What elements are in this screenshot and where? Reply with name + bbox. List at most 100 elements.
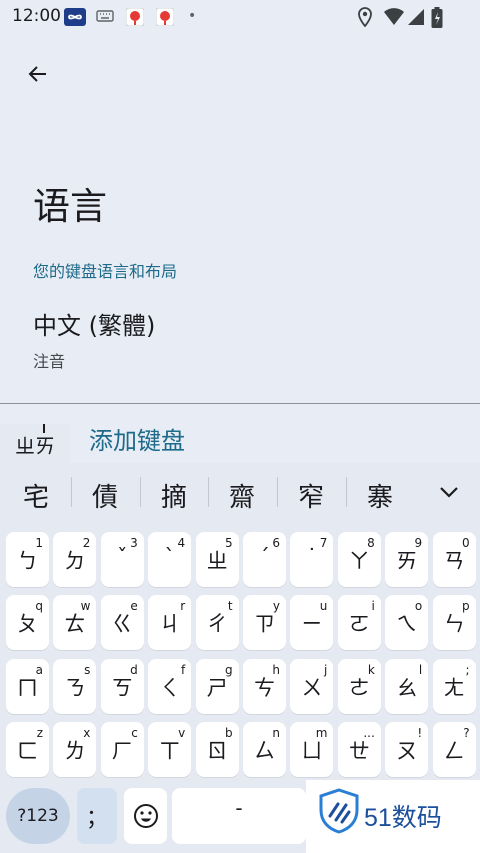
map-pin-app-icon [125,7,145,27]
suggestion-6[interactable]: 寨 [357,477,403,514]
more-notifications-dot: • [188,8,197,24]
battery-charging-icon [431,7,443,33]
suggestion-1[interactable]: 宅 [13,477,59,514]
key-hint: 1 [35,536,43,550]
key-hint: t [227,599,233,613]
suggestion-2[interactable]: 債 [82,477,128,514]
key-2-8[interactable]: ㄛi [337,595,381,650]
key-3-4[interactable]: ㄑf [148,659,192,714]
key-2-1[interactable]: ㄆq [6,595,49,650]
key-hint: o [414,599,423,613]
watermark-text: 51数码 [364,804,442,832]
key-4-9[interactable]: ㄡ! [385,722,429,777]
key-hint: h [272,663,280,677]
key-hint: c [131,726,138,740]
key-4-7[interactable]: ㄩm [290,722,334,777]
key-hint: q [35,599,43,613]
key-hint: b [224,726,233,740]
suggestion-divider [140,477,141,507]
status-bar: 12:00 • [0,0,480,34]
key-4-5[interactable]: ㄖb [195,722,239,777]
key-2-6[interactable]: ㄗy [243,595,286,650]
key-hint: p [461,599,470,613]
key-hint: y [272,599,280,613]
key-hint: m [315,726,328,740]
suggestion-3[interactable]: 摘 [151,477,197,514]
suggestion-divider [71,477,72,507]
key-2-10[interactable]: ㄣp [432,595,476,650]
key-3-9[interactable]: ㄠl [385,659,429,714]
suggestion-4[interactable]: 齋 [219,477,265,514]
key-hint: r [180,599,186,613]
key-3-1[interactable]: ㄇa [6,659,49,714]
key-3-8[interactable]: ㄜk [337,659,381,714]
key-1-2[interactable]: ㄉ2 [53,532,97,587]
key-1-4[interactable]: ˋ4 [148,532,192,587]
page-title: 语言 [33,185,107,228]
back-button[interactable] [22,58,54,90]
suggestion-5[interactable]: 窄 [288,477,334,514]
wifi-icon [383,7,405,31]
key-hint: k [367,663,375,677]
key-hint: v [178,726,186,740]
signal-icon [407,7,425,31]
key-hint: i [371,599,375,613]
key-1-10[interactable]: ㄢ0 [432,532,476,587]
divider [0,403,480,404]
key-4-1[interactable]: ㄈz [6,722,49,777]
key-4-10[interactable]: ㄥ? [432,722,476,777]
key-2-9[interactable]: ㄟo [385,595,429,650]
key-4-2[interactable]: ㄌx [53,722,97,777]
key-hint: l [418,663,423,677]
symbols-key[interactable]: ?123 [6,788,70,844]
key-4-8[interactable]: ㄝ... [337,722,381,777]
key-3-10[interactable]: ㄤ; [432,659,476,714]
key-1-7[interactable]: ˙ 7 [290,532,334,587]
key-1-1[interactable]: ㄅ1 [6,532,49,587]
arrow-back-icon [28,66,46,82]
chevron-down-icon [440,487,458,498]
key-1-5[interactable]: ㄓ5 [195,532,239,587]
location-icon [357,7,373,31]
key-hint: n [272,726,280,740]
key-hint: f [180,663,186,677]
key-1-8[interactable]: ㄚ8 [337,532,381,587]
key-hint: 4 [177,536,186,550]
language-item[interactable]: 中文 (繁體) 注音 [0,296,480,388]
expand-suggestions-button[interactable] [436,479,462,505]
add-keyboard-link[interactable]: 添加键盘 [89,421,185,456]
key-hint: 2 [82,536,91,550]
emoji-key[interactable] [124,788,167,844]
key-3-2[interactable]: ㄋs [53,659,97,714]
shield-logo-icon [319,788,359,834]
key-3-6[interactable]: ㄘh [243,659,286,714]
key-2-7[interactable]: ㄧu [290,595,334,650]
key-2-3[interactable]: ㄍe [100,595,144,650]
key-4-6[interactable]: ㄙn [243,722,286,777]
key-4-4[interactable]: ㄒv [148,722,192,777]
key-3-7[interactable]: ㄨj [290,659,334,714]
key-2-5[interactable]: ㄔt [195,595,239,650]
key-hint: ... [363,726,375,740]
key-hint: 9 [414,536,423,550]
key-1-3[interactable]: ˇ3 [100,532,144,587]
key-1-9[interactable]: ㄞ9 [385,532,429,587]
key-1-6[interactable]: ˊ6 [243,532,286,587]
key-3-5[interactable]: ㄕg [195,659,239,714]
key-hint: ! [417,726,423,740]
key-hint: x [83,726,91,740]
semicolon-key[interactable]: ； [77,788,117,844]
key-hint: d [130,663,138,677]
key-2-4[interactable]: ㄐr [148,595,192,650]
key-4-3[interactable]: ㄏc [100,722,144,777]
suggestion-strip: 宅 債 摘 齋 窄 寨 [0,463,480,520]
composing-text: ㄓㄞ [0,424,70,464]
key-2-2[interactable]: ㄊw [53,595,97,650]
suggestion-divider [208,477,209,507]
infinity-app-icon [64,8,86,26]
section-header: 您的键盘语言和布局 [33,262,178,281]
space-key[interactable]: - [172,788,306,844]
key-hint: 8 [367,536,375,550]
status-time: 12:00 [12,6,61,26]
key-3-3[interactable]: ㄎd [100,659,144,714]
